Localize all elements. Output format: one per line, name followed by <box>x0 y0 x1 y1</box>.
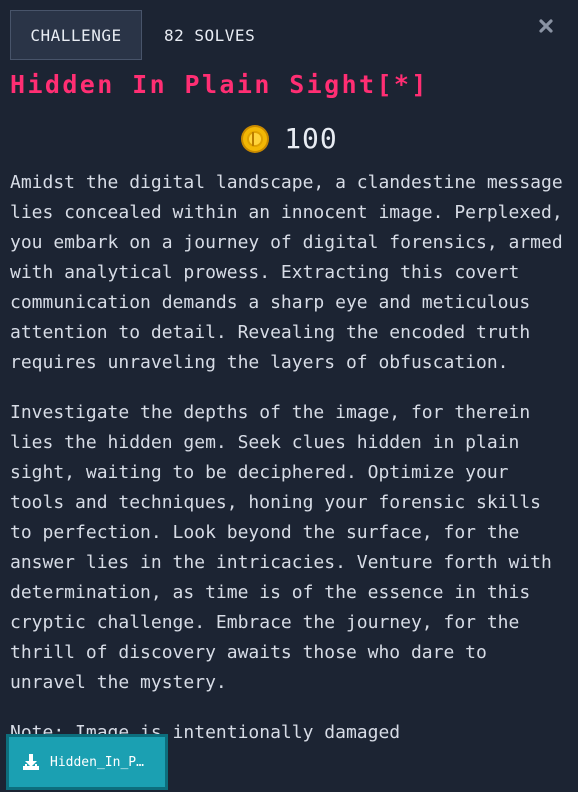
download-icon <box>23 754 39 770</box>
tab-solves[interactable]: 82 SOLVES <box>142 10 256 60</box>
close-icon[interactable] <box>538 18 554 34</box>
description-paragraph: Amidst the digital landscape, a clandest… <box>10 172 563 373</box>
points-display: 100 <box>0 122 578 155</box>
challenge-title: Hidden In Plain Sight[*] <box>10 70 429 99</box>
tab-challenge-label: CHALLENGE <box>30 25 122 45</box>
download-file-label: Hidden_In_P… <box>50 754 144 770</box>
tab-challenge[interactable]: CHALLENGE <box>10 10 142 60</box>
description-paragraph: Investigate the depths of the image, for… <box>10 402 552 693</box>
tab-solves-label: 82 SOLVES <box>164 25 256 45</box>
challenge-description: Amidst the digital landscape, a clandest… <box>10 168 568 768</box>
points-value: 100 <box>284 122 338 155</box>
download-file-button[interactable]: Hidden_In_P… <box>6 734 168 790</box>
coin-icon <box>240 124 270 154</box>
challenge-tabs: CHALLENGE 82 SOLVES <box>10 10 256 60</box>
